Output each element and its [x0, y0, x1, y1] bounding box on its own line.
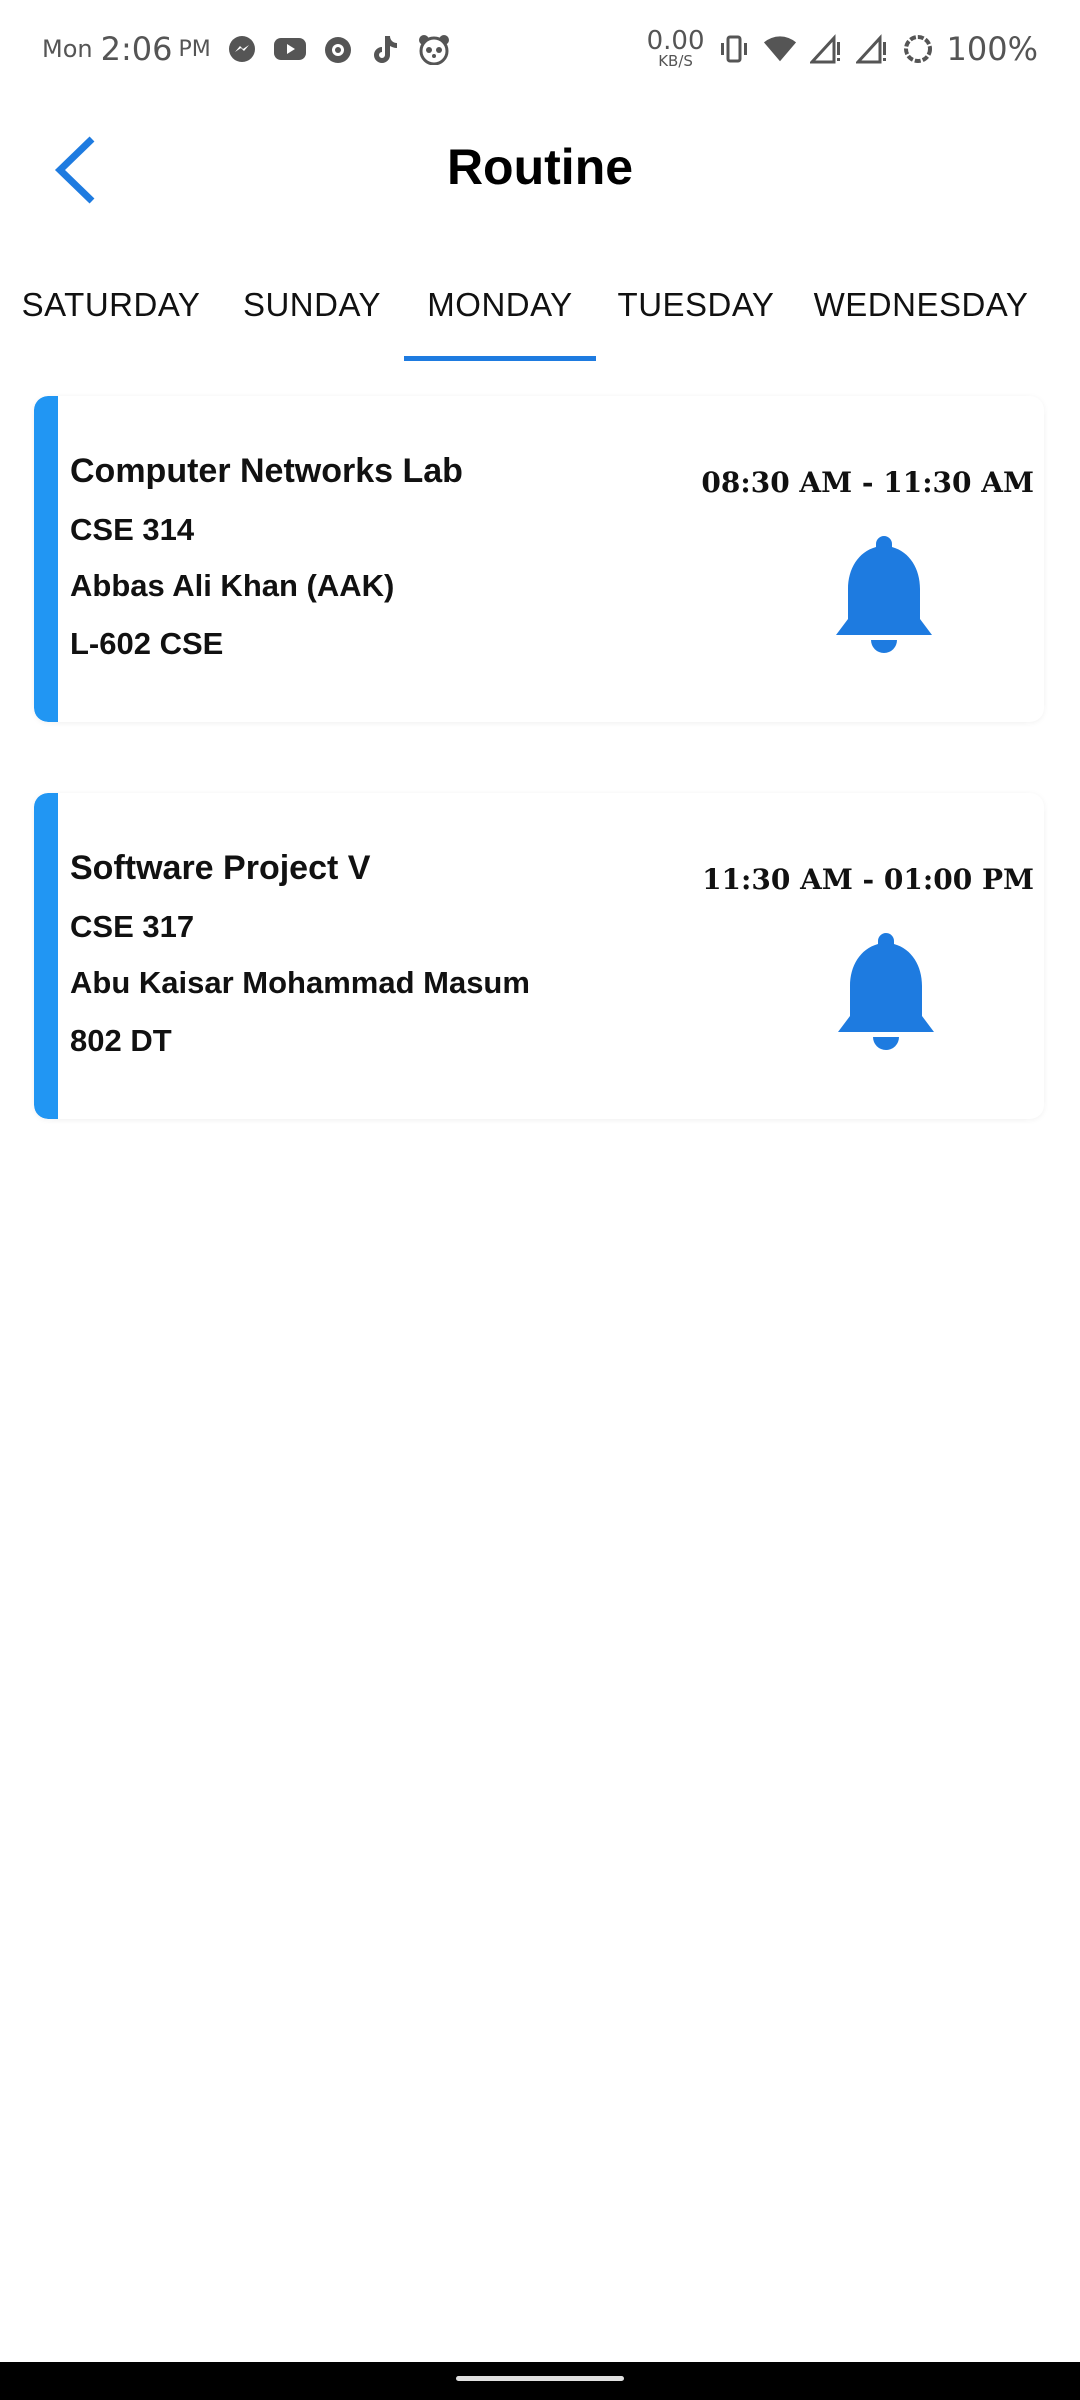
- status-bar: Mon 2:06 PM 0.00 KB/S 100%: [0, 0, 1080, 100]
- status-right: 0.00 KB/S 100%: [647, 28, 1038, 69]
- tab-indicator: [404, 356, 596, 361]
- panda-icon: [417, 32, 451, 66]
- card-accent: [34, 396, 58, 722]
- room: L-602 CSE: [70, 626, 224, 661]
- tiktok-icon: [369, 32, 403, 66]
- messenger-icon: [225, 32, 259, 66]
- instructor-name: Abbas Ali Khan (AAK): [70, 568, 395, 603]
- wifi-icon: [763, 32, 797, 66]
- system-navigation-bar: [0, 2362, 1080, 2400]
- instructor-name: Abu Kaisar Mohammad Masum: [70, 965, 530, 1000]
- class-time: 11:30 AM - 01:00 PM: [702, 863, 1034, 896]
- course-code: CSE 314: [70, 512, 195, 547]
- signal-icon-2: [855, 32, 889, 66]
- tab-wednesday[interactable]: WEDNESDAY: [813, 268, 1029, 360]
- youtube-icon: [273, 32, 307, 66]
- battery-percent: 100%: [946, 29, 1038, 68]
- tab-label: MONDAY: [427, 286, 573, 323]
- tab-saturday[interactable]: SATURDAY: [22, 268, 200, 360]
- status-day: Mon: [42, 35, 93, 63]
- app-bar: Routine: [0, 110, 1080, 230]
- status-left: Mon 2:06 PM: [42, 30, 451, 68]
- app-icon: [321, 32, 355, 66]
- signal-icon: [809, 32, 843, 66]
- tab-monday[interactable]: MONDAY: [404, 268, 596, 360]
- tab-label: SUNDAY: [242, 286, 382, 323]
- bell-icon[interactable]: [831, 925, 941, 1055]
- net-speed-value: 0.00: [646, 26, 705, 56]
- card-accent: [34, 793, 58, 1119]
- class-card[interactable]: Computer Networks Lab CSE 314 Abbas Ali …: [34, 396, 1044, 722]
- net-speed-unit: KB/S: [658, 52, 693, 70]
- page-title: Routine: [446, 139, 634, 195]
- bell-icon[interactable]: [829, 528, 939, 658]
- tab-label: SATURDAY: [21, 286, 201, 323]
- tab-sunday[interactable]: SUNDAY: [240, 268, 384, 360]
- tab-label: WEDNESDAY: [813, 286, 1029, 323]
- course-title: Computer Networks Lab: [70, 452, 463, 490]
- tab-label: TUESDAY: [617, 286, 775, 323]
- course-code: CSE 317: [70, 909, 195, 944]
- room: 802 DT: [70, 1023, 172, 1058]
- status-ampm: PM: [178, 36, 211, 62]
- net-speed: 0.00 KB/S: [647, 28, 705, 69]
- status-time: 2:06: [100, 30, 173, 68]
- home-gesture-handle[interactable]: [456, 2376, 624, 2381]
- battery-saver-icon: [901, 32, 935, 66]
- vibrate-icon: [717, 32, 751, 66]
- class-card[interactable]: Software Project V CSE 317 Abu Kaisar Mo…: [34, 793, 1044, 1119]
- class-time: 08:30 AM - 11:30 AM: [701, 466, 1034, 499]
- day-tabs: SATURDAY SUNDAY MONDAY TUESDAY WEDNESDAY: [0, 268, 1080, 361]
- tab-tuesday[interactable]: TUESDAY: [616, 268, 776, 360]
- course-title: Software Project V: [70, 849, 371, 887]
